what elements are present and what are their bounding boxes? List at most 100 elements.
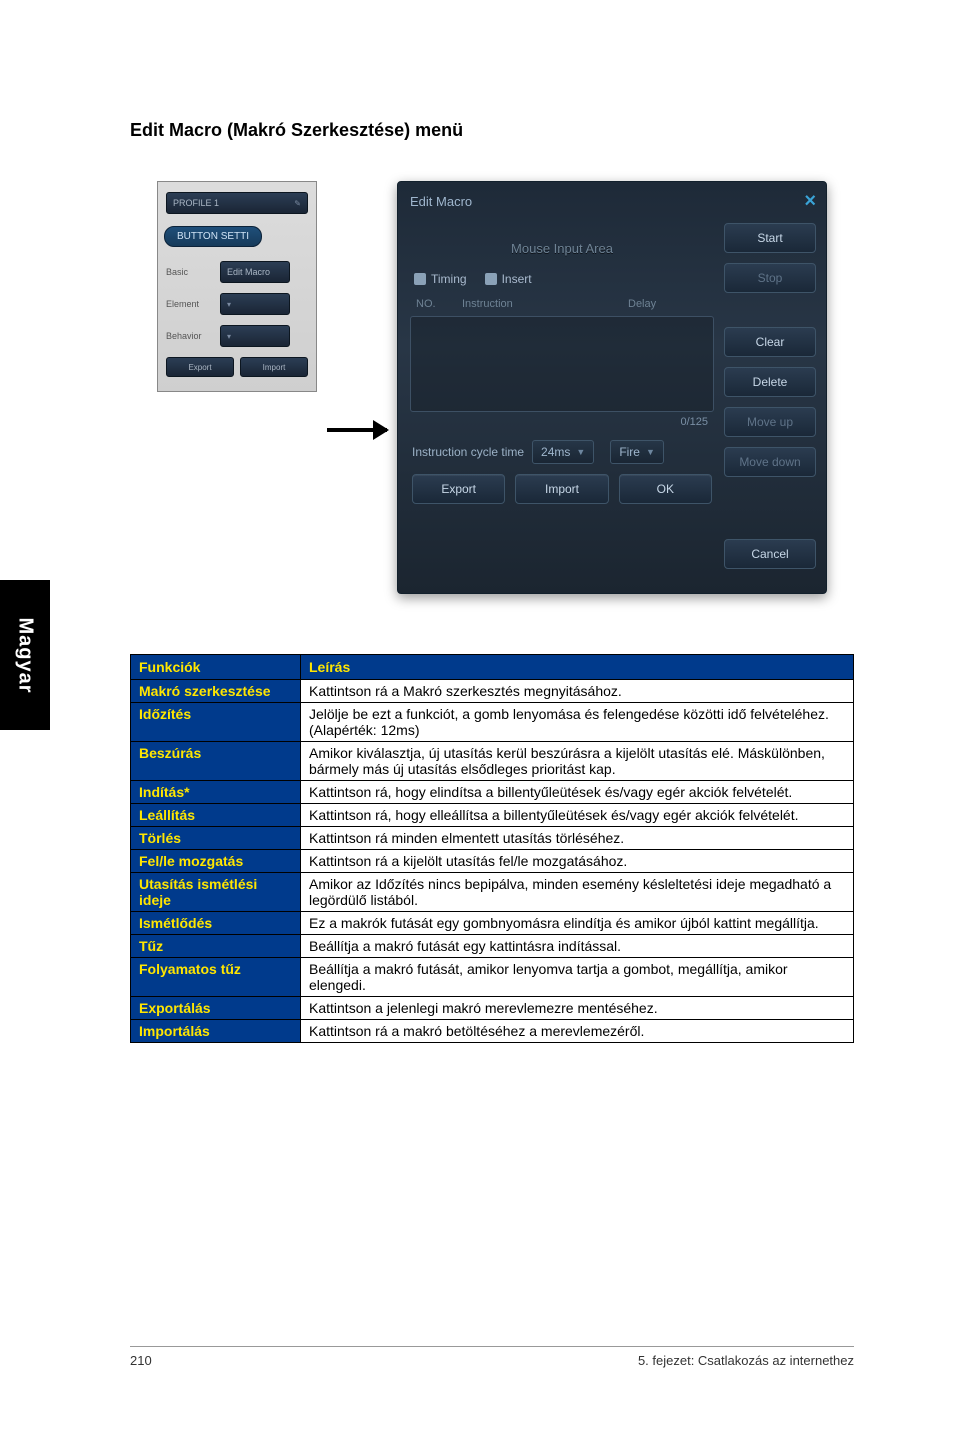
func-name: Leállítás xyxy=(131,804,301,827)
chevron-down-icon: ▾ xyxy=(227,332,231,341)
left-mini-panel: PROFILE 1 ✎ BUTTON SETTI Basic Edit Macr… xyxy=(157,181,317,392)
export-button[interactable]: Export xyxy=(412,474,505,504)
import-button[interactable]: Import xyxy=(515,474,608,504)
ict-label: Instruction cycle time xyxy=(412,445,524,459)
table-row: Folyamatos tűzBeállítja a makró futását,… xyxy=(131,958,854,997)
functions-table: Funkciók Leírás Makró szerkesztéseKattin… xyxy=(130,654,854,1043)
checkbox-icon xyxy=(414,273,426,285)
table-row: ImportálásKattintson rá a makró betöltés… xyxy=(131,1020,854,1043)
func-desc: Kattintson rá a makró betöltéséhez a mer… xyxy=(301,1020,854,1043)
tab-timing[interactable]: Timing xyxy=(414,272,467,286)
footer-chapter: 5. fejezet: Csatlakozás az internethez xyxy=(638,1353,854,1368)
row-basic: Basic Edit Macro xyxy=(166,261,308,283)
th-func: Funkciók xyxy=(131,655,301,680)
tab-timing-label: Timing xyxy=(431,272,467,286)
mini-import-button[interactable]: Import xyxy=(240,357,308,377)
button-settings-tab[interactable]: BUTTON SETTI xyxy=(164,226,262,247)
mini-export-button[interactable]: Export xyxy=(166,357,234,377)
func-name: Beszúrás xyxy=(131,742,301,781)
func-name: Makró szerkesztése xyxy=(131,680,301,703)
func-name: Utasítás ismétlési ideje xyxy=(131,873,301,912)
func-name: Ismétlődés xyxy=(131,912,301,935)
table-row: TűzBeállítja a makró futását egy kattint… xyxy=(131,935,854,958)
func-desc: Kattintson rá, hogy elleállítsa a billen… xyxy=(301,804,854,827)
move-up-button[interactable]: Move up xyxy=(724,407,816,437)
page-title: Edit Macro (Makró Szerkesztése) menü xyxy=(130,120,854,141)
row-behavior: Behavior ▾ xyxy=(166,325,308,347)
row-basic-label: Basic xyxy=(166,267,216,277)
footer-page-number: 210 xyxy=(130,1353,152,1368)
func-desc: Amikor kiválasztja, új utasítás kerül be… xyxy=(301,742,854,781)
table-row: Indítás*Kattintson rá, hogy elindítsa a … xyxy=(131,781,854,804)
row-element-label: Element xyxy=(166,299,216,309)
language-side-tab: Magyar xyxy=(0,580,50,730)
func-desc: Kattintson rá a kijelölt utasítás fel/le… xyxy=(301,850,854,873)
func-desc: Kattintson rá, hogy elindítsa a billenty… xyxy=(301,781,854,804)
dialog-title: Edit Macro xyxy=(410,194,472,209)
profile-button[interactable]: PROFILE 1 ✎ xyxy=(166,192,308,214)
func-desc: Kattintson rá minden elmentett utasítás … xyxy=(301,827,854,850)
row-behavior-label: Behavior xyxy=(166,331,216,341)
close-icon[interactable]: × xyxy=(804,190,816,213)
func-name: Exportálás xyxy=(131,997,301,1020)
table-row: LeállításKattintson rá, hogy elleállítsa… xyxy=(131,804,854,827)
ok-button[interactable]: OK xyxy=(619,474,712,504)
screenshot-composite: PROFILE 1 ✎ BUTTON SETTI Basic Edit Macr… xyxy=(130,181,854,594)
table-row: Fel/le mozgatásKattintson rá a kijelölt … xyxy=(131,850,854,873)
func-desc: Jelölje be ezt a funkciót, a gomb lenyom… xyxy=(301,703,854,742)
chevron-down-icon: ▼ xyxy=(576,447,585,457)
func-name: Indítás* xyxy=(131,781,301,804)
func-name: Fel/le mozgatás xyxy=(131,850,301,873)
func-desc: Kattintson a jelenlegi makró merevlemezr… xyxy=(301,997,854,1020)
func-desc: Beállítja a makró futását egy kattintásr… xyxy=(301,935,854,958)
col-delay: Delay xyxy=(628,298,708,310)
col-instruction: Instruction xyxy=(462,298,628,310)
func-name: Importálás xyxy=(131,1020,301,1043)
col-no: NO. xyxy=(416,298,462,310)
cancel-button[interactable]: Cancel xyxy=(724,539,816,569)
table-row: Utasítás ismétlési idejeAmikor az Időzít… xyxy=(131,873,854,912)
ict-combo[interactable]: 24ms ▼ xyxy=(532,440,594,464)
func-name: Időzítés xyxy=(131,703,301,742)
chevron-down-icon: ▾ xyxy=(227,300,231,309)
tab-insert[interactable]: Insert xyxy=(485,272,532,286)
edit-macro-dialog: Edit Macro × Mouse Input Area Timing Ins… xyxy=(397,181,827,594)
row-basic-value-text: Edit Macro xyxy=(227,267,270,277)
func-desc: Ez a makrók futását egy gombnyomásra eli… xyxy=(301,912,854,935)
func-name: Törlés xyxy=(131,827,301,850)
chevron-down-icon: ▼ xyxy=(646,447,655,457)
language-side-tab-label: Magyar xyxy=(14,617,37,693)
start-button[interactable]: Start xyxy=(724,223,816,253)
checkbox-icon xyxy=(485,273,497,285)
table-row: ExportálásKattintson a jelenlegi makró m… xyxy=(131,997,854,1020)
func-desc: Kattintson rá a Makró szerkesztés megnyi… xyxy=(301,680,854,703)
ict-value: 24ms xyxy=(541,445,570,459)
table-row: Makró szerkesztéseKattintson rá a Makró … xyxy=(131,680,854,703)
fire-label: Fire xyxy=(619,445,640,459)
instruction-list[interactable] xyxy=(410,316,714,412)
profile-label: PROFILE 1 xyxy=(173,198,219,208)
clear-button[interactable]: Clear xyxy=(724,327,816,357)
table-row: IdőzítésJelölje be ezt a funkciót, a gom… xyxy=(131,703,854,742)
mouse-input-area[interactable]: Mouse Input Area xyxy=(410,223,714,270)
row-behavior-value[interactable]: ▾ xyxy=(220,325,290,347)
page-footer: 210 5. fejezet: Csatlakozás az interneth… xyxy=(130,1346,854,1368)
instruction-counter: 0/125 xyxy=(410,412,714,436)
row-element: Element ▾ xyxy=(166,293,308,315)
instruction-list-header: NO. Instruction Delay xyxy=(410,292,714,316)
stop-button[interactable]: Stop xyxy=(724,263,816,293)
delete-button[interactable]: Delete xyxy=(724,367,816,397)
table-row: BeszúrásAmikor kiválasztja, új utasítás … xyxy=(131,742,854,781)
func-desc: Beállítja a makró futását, amikor lenyom… xyxy=(301,958,854,997)
arrow-icon xyxy=(327,428,387,432)
row-element-value[interactable]: ▾ xyxy=(220,293,290,315)
func-desc: Amikor az Időzítés nincs bepipálva, mind… xyxy=(301,873,854,912)
row-basic-value[interactable]: Edit Macro xyxy=(220,261,290,283)
func-name: Tűz xyxy=(131,935,301,958)
table-row: IsmétlődésEz a makrók futását egy gombny… xyxy=(131,912,854,935)
pencil-icon: ✎ xyxy=(294,199,301,208)
table-row: TörlésKattintson rá minden elmentett uta… xyxy=(131,827,854,850)
move-down-button[interactable]: Move down xyxy=(724,447,816,477)
fire-combo[interactable]: Fire ▼ xyxy=(610,440,664,464)
tab-insert-label: Insert xyxy=(502,272,532,286)
